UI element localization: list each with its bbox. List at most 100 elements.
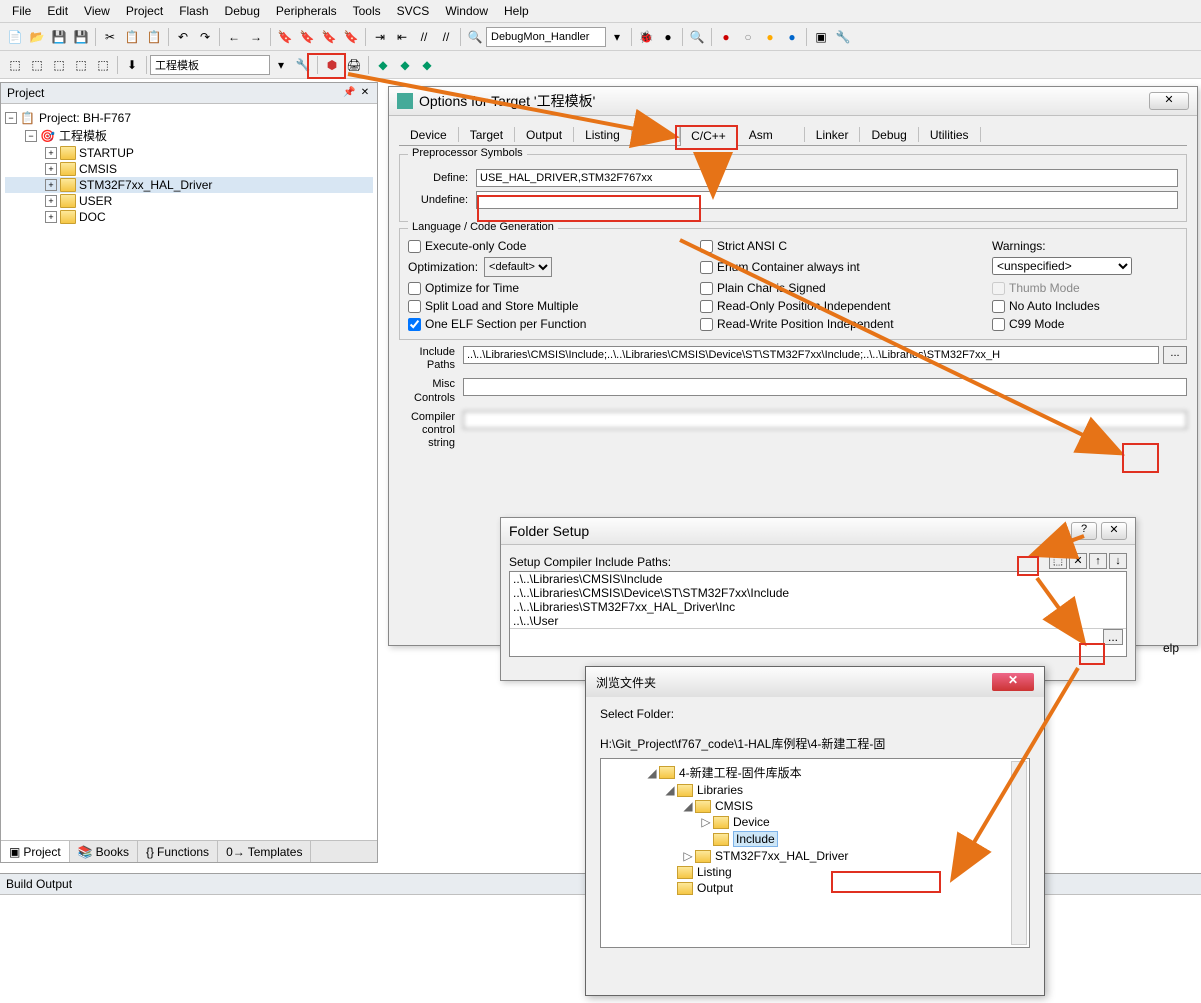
no-auto-checkbox[interactable] (992, 300, 1005, 313)
define-input[interactable] (476, 169, 1178, 187)
menu-view[interactable]: View (76, 2, 118, 20)
tree-node[interactable]: Output (697, 881, 733, 895)
tab-linker[interactable]: Linker (805, 124, 860, 145)
tree-toggle[interactable]: + (45, 147, 57, 159)
breakpoint-icon[interactable]: ● (659, 28, 677, 46)
project-tree[interactable]: −📋Project: BH-F767 −🎯工程模板 +STARTUP +CMSI… (1, 104, 377, 231)
green-icon[interactable]: ◆ (374, 56, 392, 74)
window-icon[interactable]: ▣ (812, 28, 830, 46)
target-select[interactable] (150, 55, 270, 75)
build-icon[interactable]: ⬚ (28, 56, 46, 74)
target-node[interactable]: 工程模板 (59, 127, 107, 144)
batch-build-icon[interactable]: ⬚ (72, 56, 90, 74)
tab-utilities[interactable]: Utilities (919, 124, 980, 145)
options-icon[interactable]: 🔧 (294, 56, 312, 74)
opt-time-checkbox[interactable] (408, 282, 421, 295)
scrollbar[interactable] (1011, 761, 1027, 945)
tab-debug[interactable]: Debug (860, 124, 917, 145)
exec-only-checkbox[interactable] (408, 240, 421, 253)
menu-edit[interactable]: Edit (39, 2, 76, 20)
tab-templates[interactable]: 0→Templates (218, 841, 311, 862)
menu-svcs[interactable]: SVCS (389, 2, 438, 20)
options-close-button[interactable]: ✕ (1149, 92, 1189, 110)
tree-node[interactable]: 4-新建工程-固件库版本 (679, 764, 802, 781)
paste-icon[interactable]: 📋 (145, 28, 163, 46)
options-titlebar[interactable]: Options for Target '工程模板' ✕ (389, 87, 1197, 116)
undefine-input[interactable] (476, 191, 1178, 209)
path-browse-button[interactable]: ... (1103, 629, 1123, 645)
debug-icon[interactable]: 🐞 (637, 28, 655, 46)
path-item[interactable]: ..\..\Libraries\STM32F7xx_HAL_Driver\Inc (510, 600, 1126, 614)
tab-listing[interactable]: Listing (574, 124, 631, 145)
strict-ansi-checkbox[interactable] (700, 240, 713, 253)
tab-project[interactable]: ▣Project (1, 841, 70, 862)
folder-help-button[interactable]: ? (1071, 522, 1097, 540)
browse-tree[interactable]: ◢4-新建工程-固件库版本 ◢Libraries ◢CMSIS ▷Device … (600, 758, 1030, 948)
nav-back-icon[interactable]: ← (225, 28, 243, 46)
gray-dot-icon[interactable]: ○ (739, 28, 757, 46)
copy-icon[interactable]: 📋 (123, 28, 141, 46)
one-elf-checkbox[interactable] (408, 318, 421, 331)
include-paths-browse-button[interactable]: ... (1163, 346, 1187, 364)
green3-icon[interactable]: ◆ (418, 56, 436, 74)
outdent-icon[interactable]: ⇤ (393, 28, 411, 46)
tree-toggle[interactable]: + (45, 179, 57, 191)
download-icon[interactable]: ⬇ (123, 56, 141, 74)
zoom-icon[interactable]: 🔍 (688, 28, 706, 46)
ro-pi-checkbox[interactable] (700, 300, 713, 313)
plain-char-checkbox[interactable] (700, 282, 713, 295)
path-item[interactable]: ..\..\Libraries\CMSIS\Include (510, 572, 1126, 586)
menu-help[interactable]: Help (496, 2, 537, 20)
menu-debug[interactable]: Debug (217, 2, 268, 20)
translate-icon[interactable]: ⬚ (6, 56, 24, 74)
comment-icon[interactable]: // (415, 28, 433, 46)
nav-fwd-icon[interactable]: → (247, 28, 265, 46)
stop-build-icon[interactable]: ⬚ (94, 56, 112, 74)
cut-icon[interactable]: ✂ (101, 28, 119, 46)
tree-toggle[interactable]: + (45, 163, 57, 175)
tree-node[interactable]: Listing (697, 865, 732, 879)
menu-tools[interactable]: Tools (345, 2, 389, 20)
folder-up-button[interactable]: ↑ (1089, 553, 1107, 569)
print-icon[interactable]: 🖨 (345, 56, 363, 74)
browse-titlebar[interactable]: 浏览文件夹 ✕ (586, 667, 1044, 697)
tree-node[interactable]: Device (733, 815, 770, 829)
folder-hal[interactable]: STM32F7xx_HAL_Driver (79, 178, 212, 192)
menu-file[interactable]: File (4, 2, 39, 20)
find-icon[interactable]: 🔍 (466, 28, 484, 46)
folder-delete-button[interactable]: ✕ (1069, 553, 1087, 569)
tree-node[interactable]: STM32F7xx_HAL_Driver (715, 849, 848, 863)
tab-output[interactable]: Output (515, 124, 573, 145)
folder-down-button[interactable]: ↓ (1109, 553, 1127, 569)
folder-cmsis[interactable]: CMSIS (79, 162, 117, 176)
tree-toggle[interactable]: − (5, 112, 17, 124)
menu-project[interactable]: Project (118, 2, 171, 20)
manage-icon[interactable]: ⬢ (323, 56, 341, 74)
uncomment-icon[interactable]: // (437, 28, 455, 46)
tab-books[interactable]: 📚Books (70, 841, 138, 862)
menu-flash[interactable]: Flash (171, 2, 216, 20)
panel-close-icon[interactable]: ✕ (359, 87, 371, 99)
open-icon[interactable]: 📂 (28, 28, 46, 46)
tab-device[interactable]: Device (399, 124, 458, 145)
tab-cpp[interactable]: C/C++ (680, 125, 737, 146)
folder-startup[interactable]: STARTUP (79, 146, 134, 160)
save-all-icon[interactable]: 💾 (72, 28, 90, 46)
compiler-string-input[interactable] (463, 411, 1187, 429)
tab-functions[interactable]: {}Functions (138, 841, 218, 862)
browse-close-button[interactable]: ✕ (992, 673, 1034, 691)
blue-dot-icon[interactable]: ● (783, 28, 801, 46)
folder-setup-titlebar[interactable]: Folder Setup ? ✕ (501, 518, 1135, 545)
folder-user[interactable]: USER (79, 194, 112, 208)
warnings-select[interactable]: <unspecified> (992, 257, 1132, 275)
path-item[interactable]: ..\..\User (510, 614, 1126, 628)
rw-pi-checkbox[interactable] (700, 318, 713, 331)
c99-checkbox[interactable] (992, 318, 1005, 331)
path-item[interactable]: ..\..\Libraries\CMSIS\Device\ST\STM32F7x… (510, 586, 1126, 600)
include-paths-input[interactable] (463, 346, 1159, 364)
tree-toggle[interactable]: + (45, 211, 57, 223)
bookmark-next-icon[interactable]: 🔖 (320, 28, 338, 46)
optimization-select[interactable]: <default> (484, 257, 552, 277)
rebuild-icon[interactable]: ⬚ (50, 56, 68, 74)
menu-window[interactable]: Window (437, 2, 496, 20)
